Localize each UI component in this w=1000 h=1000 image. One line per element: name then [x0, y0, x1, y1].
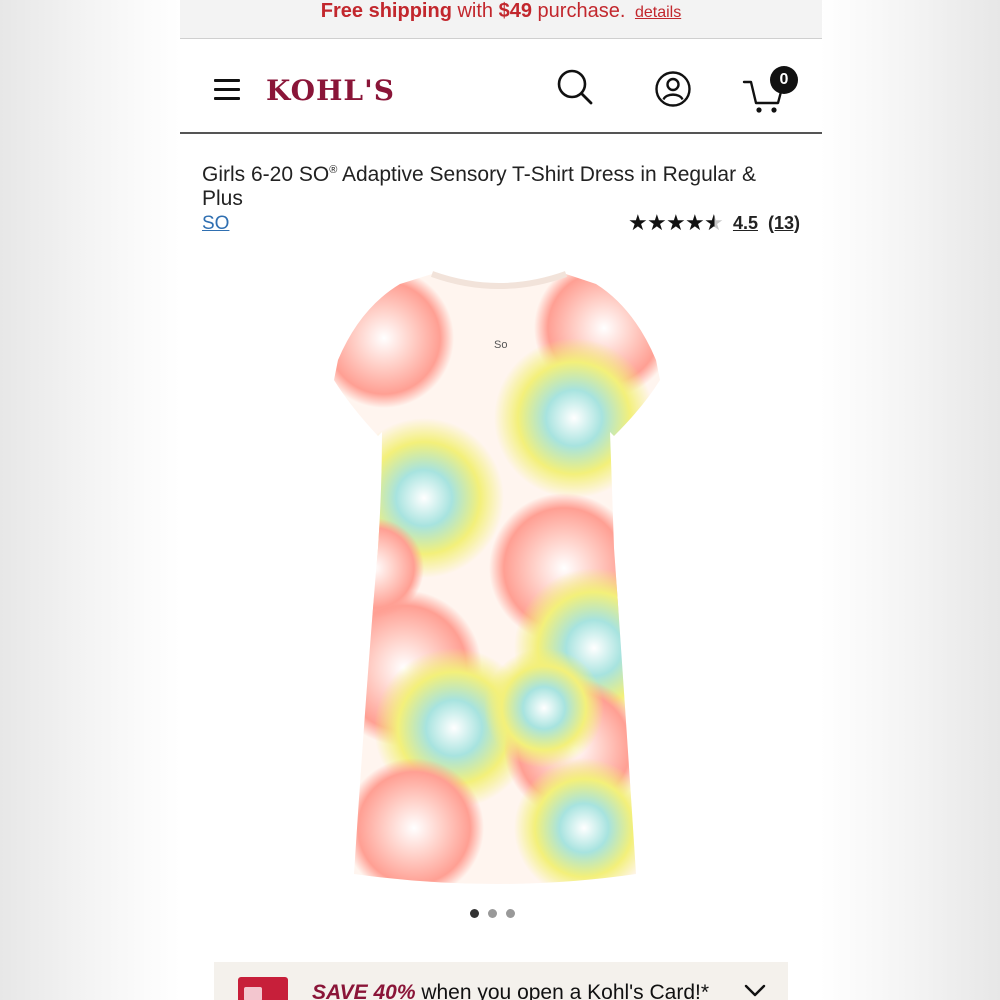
image-carousel-dots	[470, 909, 524, 918]
promo-with: with	[457, 0, 494, 22]
account-icon[interactable]	[654, 70, 692, 108]
half-star-icon: ★	[703, 210, 724, 235]
promo-banner: Free shipping with $49 purchase. details	[180, 0, 822, 39]
product-title-text: Girls 6-20 SO	[202, 163, 330, 186]
cart-button[interactable]: 0	[742, 66, 802, 114]
product-title: Girls 6-20 SO® Adaptive Sensory T-Shirt …	[202, 158, 802, 211]
site-header: KOHL'S 0	[180, 38, 822, 134]
star-icon: ★	[665, 210, 686, 235]
brand-link[interactable]: SO	[202, 213, 229, 235]
card-promo-message: when you open a Kohl's Card!*	[415, 981, 710, 1000]
search-icon[interactable]	[556, 68, 594, 106]
menu-icon[interactable]	[214, 79, 240, 101]
product-rating[interactable]: ★ ★ ★ ★ ★ 4.5 (13)	[628, 211, 800, 235]
kohls-logo[interactable]: KOHL'S	[266, 74, 395, 107]
promo-purchase: purchase.	[537, 0, 626, 22]
kohls-card-image	[238, 977, 288, 1000]
star-icon: ★	[627, 210, 648, 235]
cart-count-badge: 0	[770, 66, 798, 94]
rating-stars: ★ ★ ★ ★ ★	[627, 210, 724, 235]
promo-free-shipping: Free shipping	[320, 0, 452, 22]
chevron-down-icon[interactable]	[744, 984, 766, 998]
garment-label: So	[494, 339, 507, 351]
card-promo-save: SAVE 40%	[312, 981, 416, 1000]
mobile-page: Free shipping with $49 purchase. details…	[180, 0, 822, 1000]
rating-value[interactable]: 4.5	[733, 213, 758, 234]
carousel-dot[interactable]	[506, 909, 515, 918]
carousel-dot[interactable]	[488, 909, 497, 918]
product-image[interactable]: So	[314, 268, 684, 888]
review-count[interactable]: (13)	[768, 213, 800, 234]
star-icon: ★	[646, 210, 667, 235]
promo-details-link[interactable]: details	[635, 4, 681, 21]
card-promo-text: SAVE 40% when you open a Kohl's Card!*	[312, 981, 709, 1000]
promo-amount: $49	[498, 0, 532, 22]
carousel-dot[interactable]	[470, 909, 479, 918]
star-icon: ★	[684, 210, 705, 235]
kohls-card-promo[interactable]: SAVE 40% when you open a Kohl's Card!*	[214, 962, 788, 1000]
